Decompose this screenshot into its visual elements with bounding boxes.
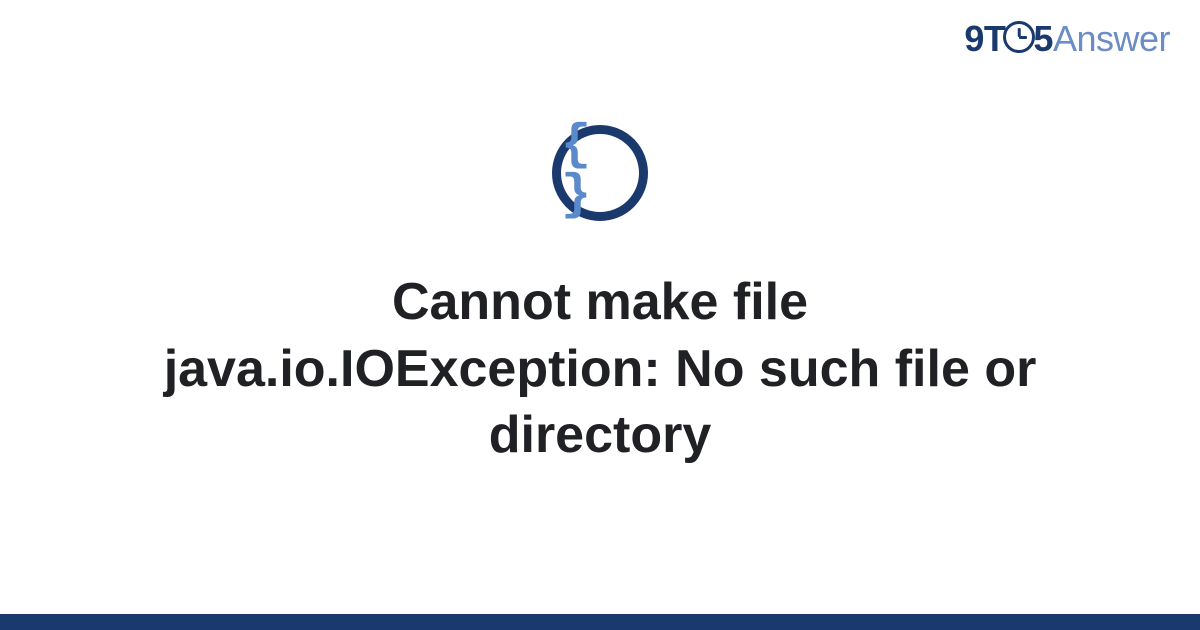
brand-text-9t: 9T [964,18,1005,59]
brand-text-5: 5 [1033,18,1053,59]
brand-logo: 9T 5Answer [964,18,1170,60]
topic-icon-circle: { } [552,125,648,221]
footer-bar [0,614,1200,630]
clock-icon [1003,21,1035,53]
main-content: { } Cannot make file java.io.IOException… [0,125,1200,469]
brand-text-answer: Answer [1053,18,1170,59]
question-title: Cannot make file java.io.IOException: No… [120,269,1080,469]
code-braces-icon: { } [561,121,639,221]
